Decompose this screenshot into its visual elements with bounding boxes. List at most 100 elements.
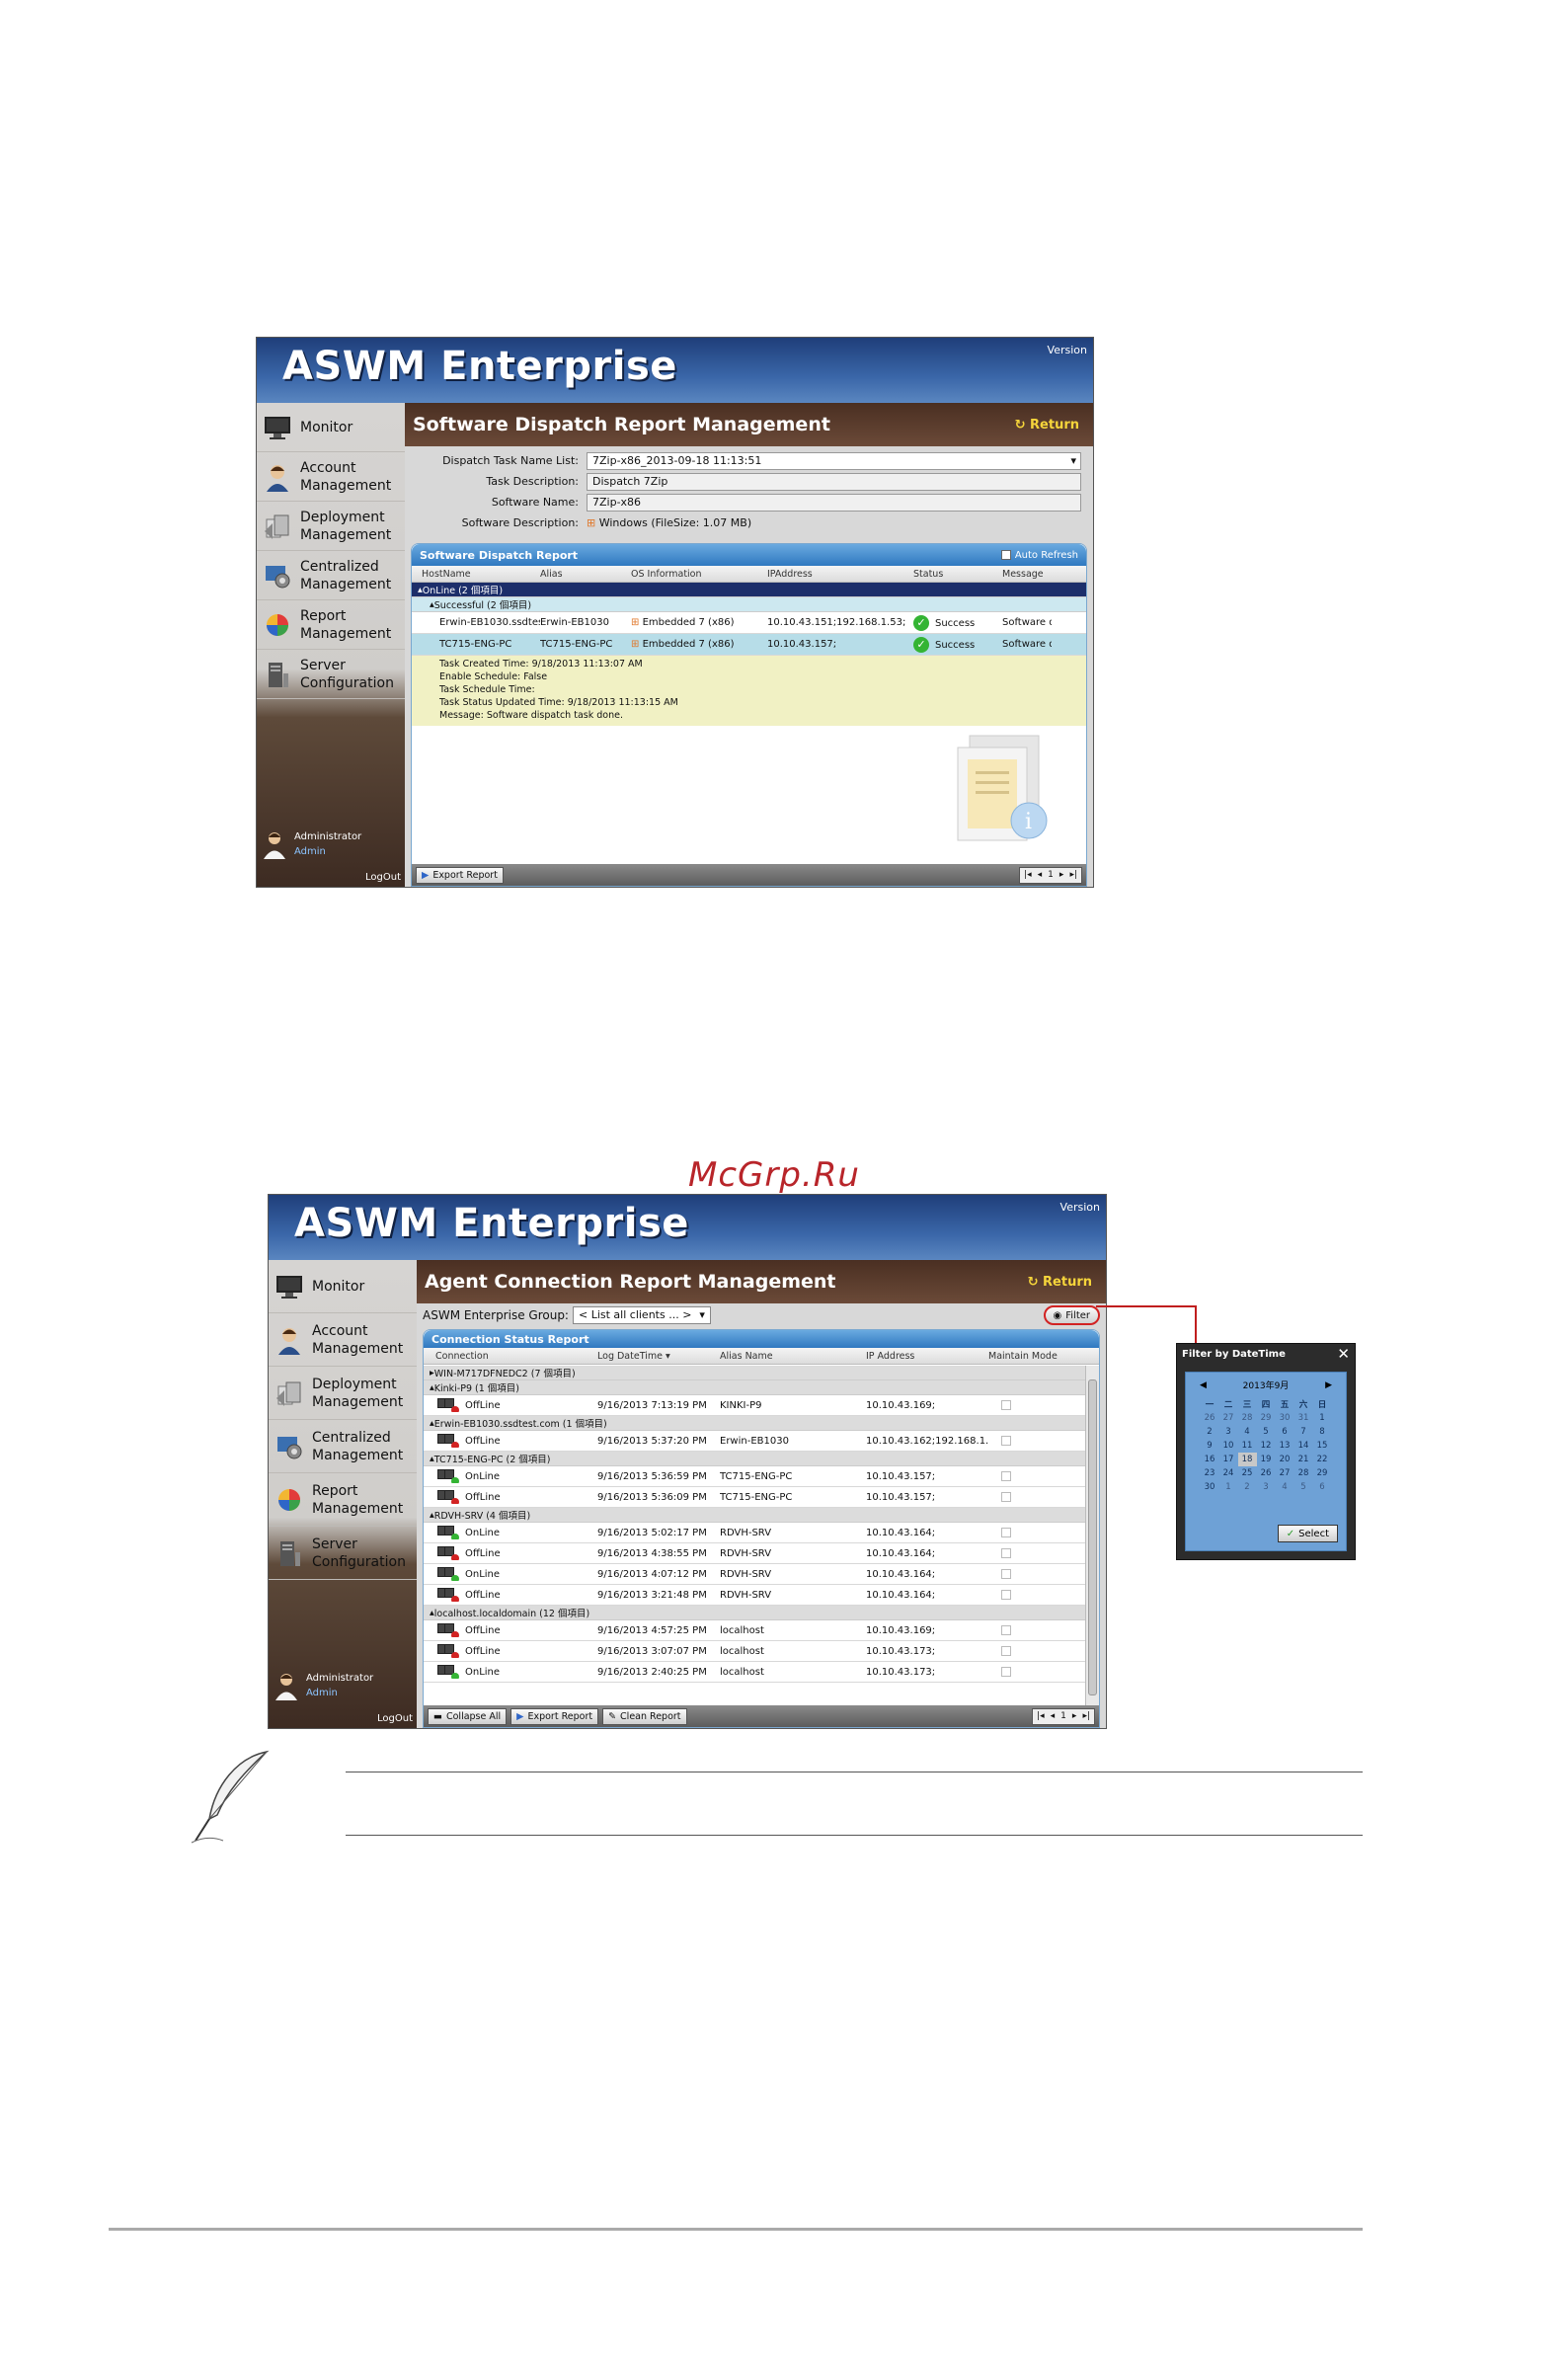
calendar-day[interactable]: 1 — [1219, 1480, 1238, 1494]
calendar-day[interactable]: 3 — [1257, 1480, 1276, 1494]
task-list-select[interactable]: 7Zip-x86_2013-09-18 11:13:51 ▾ — [587, 451, 1081, 470]
scrollbar[interactable] — [1085, 1366, 1099, 1705]
close-icon[interactable]: ✕ — [1337, 1345, 1350, 1363]
calendar-day[interactable]: 22 — [1313, 1453, 1332, 1466]
calendar-day[interactable]: 28 — [1238, 1411, 1257, 1425]
table-row-selected[interactable]: TC715-ENG-PC TC715-ENG-PC ⊞ Embedded 7 (… — [412, 634, 1086, 656]
table-row[interactable]: Erwin-EB1030.ssdtest.con Erwin-EB1030 ⊞ … — [412, 612, 1086, 634]
column-header[interactable]: IPAddress — [767, 569, 913, 580]
table-row[interactable]: OnLine 9/16/2013 4:07:12 PM RDVH-SRV 10.10.… — [424, 1564, 1085, 1585]
maintain-mode-checkbox[interactable] — [988, 1491, 1028, 1503]
column-header[interactable]: Message — [1002, 569, 1052, 580]
nav-deployment-management[interactable]: Deployment Management — [269, 1367, 417, 1420]
first-page-button[interactable]: |◂ — [1037, 1711, 1045, 1721]
column-header[interactable]: Status — [913, 569, 1002, 580]
nav-centralized-management[interactable]: Centralized Management — [269, 1420, 417, 1473]
table-row[interactable]: OnLine 9/16/2013 5:02:17 PM RDVH-SRV 10.10.… — [424, 1523, 1085, 1543]
maintain-mode-checkbox[interactable] — [988, 1568, 1028, 1580]
nav-report-management[interactable]: Report Management — [257, 600, 405, 650]
prev-page-button[interactable]: ◂ — [1038, 870, 1043, 880]
nav-server-configuration[interactable]: Server Configuration — [269, 1527, 417, 1580]
column-header[interactable]: Maintain Mode — [988, 1351, 1058, 1362]
export-report-button[interactable]: ▶ Export Report — [416, 866, 504, 884]
table-row[interactable]: OffLine 9/16/2013 3:21:48 PM RDVH-SRV 10.10… — [424, 1585, 1085, 1606]
clean-report-button[interactable]: ✎ Clean Report — [602, 1707, 687, 1725]
calendar-day[interactable]: 14 — [1294, 1439, 1313, 1453]
calendar-day[interactable]: 1 — [1313, 1411, 1332, 1425]
last-page-button[interactable]: ▸| — [1082, 1711, 1090, 1721]
calendar-day[interactable]: 11 — [1238, 1439, 1257, 1453]
calendar-day[interactable]: 19 — [1257, 1453, 1276, 1466]
version-link[interactable]: Version — [1060, 1201, 1100, 1214]
calendar-day[interactable]: 29 — [1257, 1411, 1276, 1425]
collapse-all-button[interactable]: ▬ Collapse All — [428, 1707, 508, 1725]
maintain-mode-checkbox[interactable] — [988, 1666, 1028, 1678]
return-button[interactable]: ↻ Return — [1015, 418, 1079, 433]
nav-server-configuration[interactable]: Server Configuration — [257, 650, 405, 699]
logout-link[interactable]: LogOut — [377, 1713, 413, 1724]
calendar-day[interactable]: 5 — [1257, 1425, 1276, 1439]
calendar-day[interactable]: 24 — [1219, 1466, 1238, 1480]
calendar-day[interactable]: 13 — [1276, 1439, 1294, 1453]
prev-month-icon[interactable]: ◀ — [1200, 1380, 1207, 1390]
group-successful[interactable]: ▴ Successful (2 個項目) — [412, 597, 1086, 612]
calendar-day[interactable]: 4 — [1276, 1480, 1294, 1494]
maintain-mode-checkbox[interactable] — [988, 1547, 1028, 1559]
calendar-day[interactable]: 15 — [1313, 1439, 1332, 1453]
calendar-day[interactable]: 30 — [1201, 1480, 1219, 1494]
calendar-day[interactable]: 31 — [1294, 1411, 1313, 1425]
column-header[interactable]: Log DateTime ▾ — [597, 1351, 720, 1362]
nav-account-management[interactable]: Account Management — [257, 452, 405, 502]
calendar-day[interactable]: 25 — [1238, 1466, 1257, 1480]
return-button[interactable]: ↻ Return — [1028, 1275, 1092, 1290]
column-header[interactable]: Alias — [540, 569, 631, 580]
page-number[interactable]: 1 — [1060, 1711, 1066, 1721]
maintain-mode-checkbox[interactable] — [988, 1399, 1028, 1411]
select-button[interactable]: ✓ Select — [1277, 1525, 1338, 1542]
table-row[interactable]: OffLine 9/16/2013 5:37:20 PM Erwin-EB1030 1… — [424, 1431, 1085, 1452]
calendar-day[interactable]: 29 — [1313, 1466, 1332, 1480]
group-row[interactable]: ▴ Erwin-EB1030.ssdtest.com (1 個項目) — [424, 1416, 1085, 1431]
calendar-day[interactable]: 2 — [1238, 1480, 1257, 1494]
table-row[interactable]: OffLine 9/16/2013 7:13:19 PM KINKI-P9 10.10… — [424, 1395, 1085, 1416]
column-header[interactable]: Connection — [424, 1351, 597, 1362]
maintain-mode-checkbox[interactable] — [988, 1527, 1028, 1538]
calendar-day[interactable]: 12 — [1257, 1439, 1276, 1453]
maintain-mode-checkbox[interactable] — [988, 1470, 1028, 1482]
group-row[interactable]: ▴ Kinki-P9 (1 個項目) — [424, 1380, 1085, 1395]
calendar-day[interactable]: 8 — [1313, 1425, 1332, 1439]
calendar-day[interactable]: 16 — [1201, 1453, 1219, 1466]
calendar-day[interactable]: 5 — [1294, 1480, 1313, 1494]
maintain-mode-checkbox[interactable] — [988, 1624, 1028, 1636]
scrollbar-thumb[interactable] — [1088, 1379, 1097, 1695]
nav-centralized-management[interactable]: Centralized Management — [257, 551, 405, 600]
last-page-button[interactable]: ▸| — [1069, 870, 1077, 880]
calendar-day[interactable]: 17 — [1219, 1453, 1238, 1466]
group-row[interactable]: ▴ localhost.localdomain (12 個項目) — [424, 1606, 1085, 1620]
maintain-mode-checkbox[interactable] — [988, 1645, 1028, 1657]
calendar-day[interactable]: 10 — [1219, 1439, 1238, 1453]
calendar-day[interactable]: 6 — [1313, 1480, 1332, 1494]
first-page-button[interactable]: |◂ — [1024, 870, 1032, 880]
nav-account-management[interactable]: Account Management — [269, 1313, 417, 1367]
prev-page-button[interactable]: ◂ — [1051, 1711, 1056, 1721]
calendar-day[interactable]: 23 — [1201, 1466, 1219, 1480]
nav-report-management[interactable]: Report Management — [269, 1473, 417, 1527]
column-header[interactable]: HostName — [412, 569, 540, 580]
group-online[interactable]: ▴ OnLine (2 個項目) — [412, 583, 1086, 597]
checkbox[interactable]: ✓ — [1000, 549, 1011, 562]
calendar-day[interactable]: 9 — [1201, 1439, 1219, 1453]
auto-refresh-toggle[interactable]: ✓ Auto Refresh — [1000, 549, 1078, 562]
calendar-day[interactable]: 30 — [1276, 1411, 1294, 1425]
logout-link[interactable]: LogOut — [365, 872, 401, 883]
column-header[interactable]: Alias Name — [720, 1351, 866, 1362]
calendar-day[interactable]: 20 — [1276, 1453, 1294, 1466]
group-row[interactable]: ▸ WIN-M717DFNEDC2 (7 個項目) — [424, 1366, 1085, 1380]
calendar-day[interactable]: 21 — [1294, 1453, 1313, 1466]
table-row[interactable]: OffLine 9/16/2013 5:36:09 PM TC715-ENG-PC 1… — [424, 1487, 1085, 1508]
next-page-button[interactable]: ▸ — [1072, 1711, 1077, 1721]
calendar-day[interactable]: 27 — [1219, 1411, 1238, 1425]
export-report-button[interactable]: ▶ Export Report — [510, 1707, 599, 1725]
table-row[interactable]: OnLine 9/16/2013 5:36:59 PM TC715-ENG-PC 10… — [424, 1466, 1085, 1487]
group-row[interactable]: ▴ TC715-ENG-PC (2 個項目) — [424, 1452, 1085, 1466]
